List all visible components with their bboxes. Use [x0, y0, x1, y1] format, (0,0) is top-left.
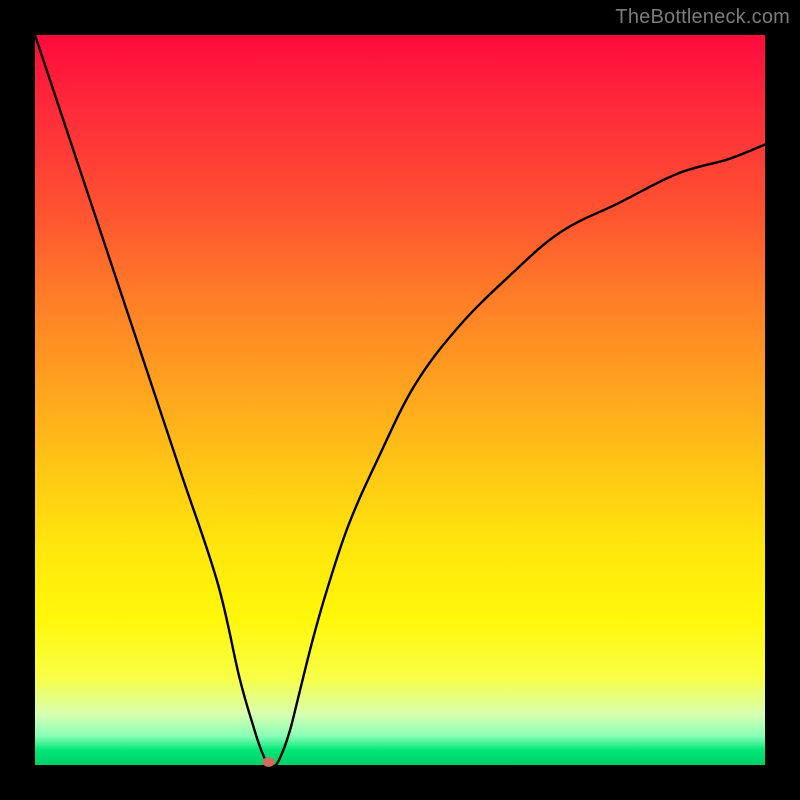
watermark-label: TheBottleneck.com: [615, 6, 790, 29]
minimum-marker: [263, 757, 275, 767]
bottleneck-curve: [35, 35, 765, 767]
chart-svg: [35, 35, 765, 765]
plot-area: [35, 35, 765, 765]
chart-frame: TheBottleneck.com: [0, 0, 800, 800]
